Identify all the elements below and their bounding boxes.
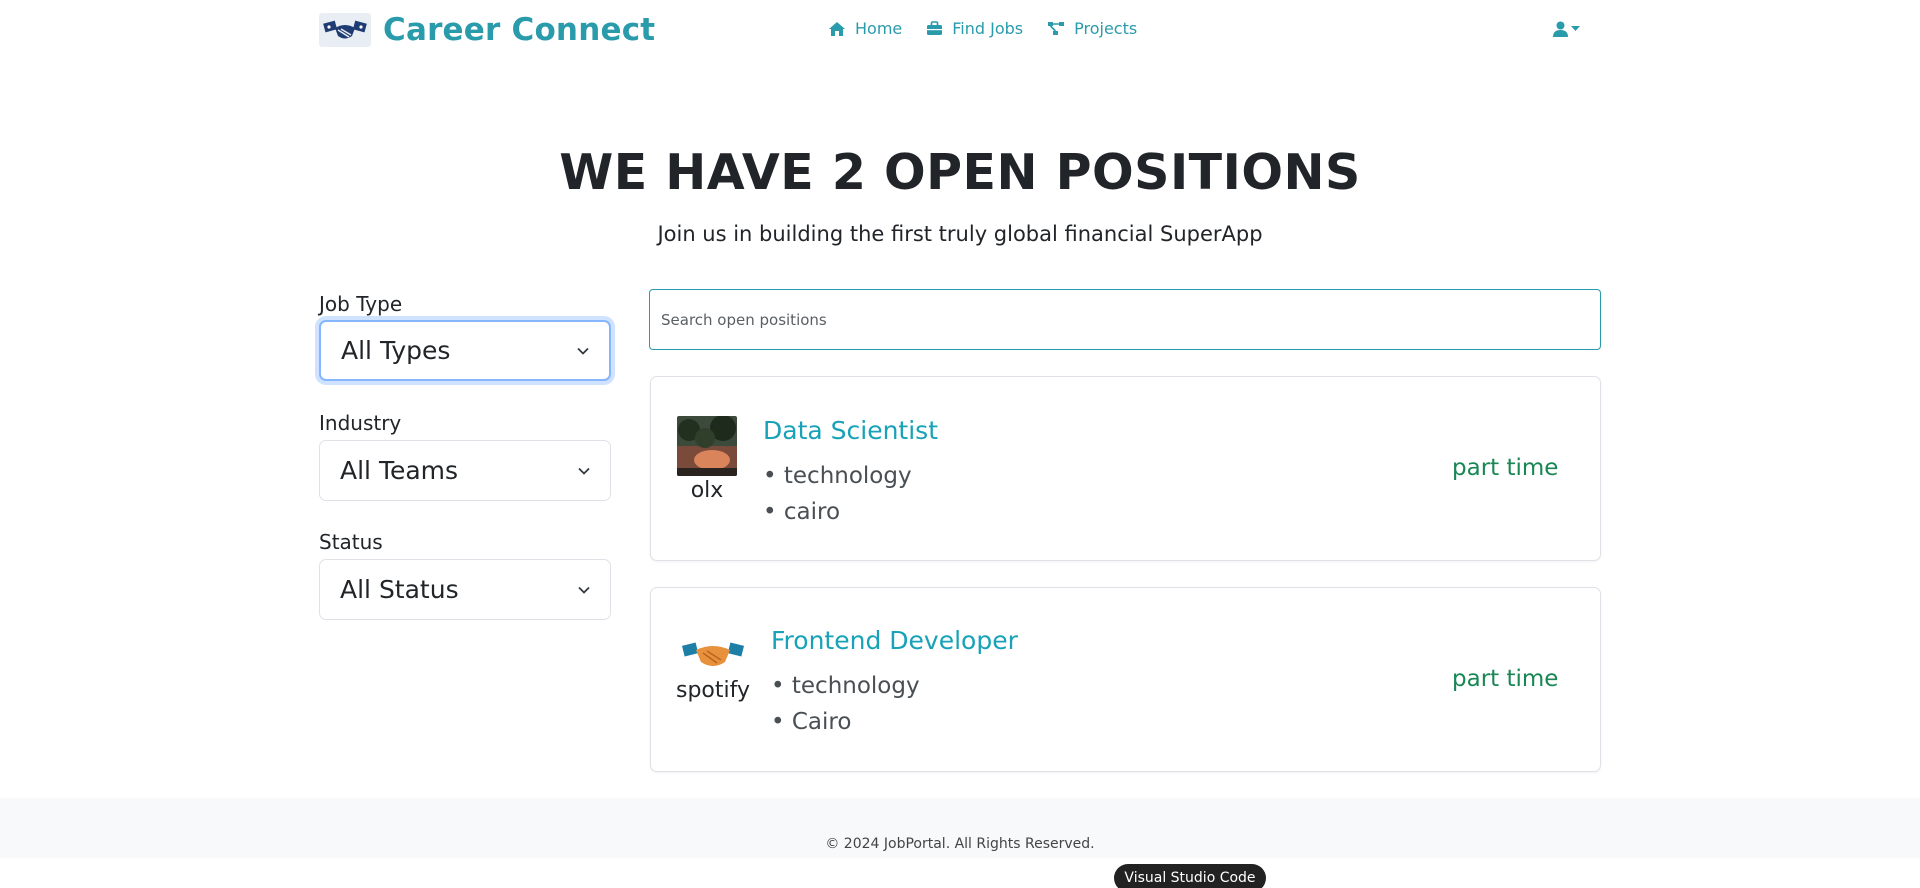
nav-link-projects[interactable]: Projects	[1047, 19, 1137, 38]
industry-value: All Teams	[340, 456, 459, 485]
industry-select[interactable]: All Teams	[319, 440, 611, 501]
job-location: • Cairo	[771, 709, 852, 735]
job-title-link[interactable]: Frontend Developer	[771, 626, 1018, 655]
job-meta: • technology • cairo	[763, 458, 912, 530]
briefcase-icon	[927, 21, 943, 35]
status-label: Status	[319, 530, 383, 554]
chevron-down-icon	[577, 347, 589, 355]
page-title: WE HAVE 2 OPEN POSITIONS	[559, 144, 1361, 201]
home-icon	[829, 21, 845, 36]
nav-link-label: Home	[855, 19, 903, 38]
job-industry: • technology	[771, 673, 920, 699]
job-meta: • technology • Cairo	[771, 668, 920, 740]
job-type-value: All Types	[341, 336, 451, 365]
job-card-data-scientist[interactable]: olx Data Scientist • technology • cairo …	[650, 376, 1601, 561]
user-icon	[1553, 21, 1568, 37]
company-block: olx	[677, 416, 737, 503]
user-menu-toggle[interactable]	[1553, 21, 1580, 37]
job-location: • cairo	[763, 499, 841, 525]
company-name: spotify	[675, 678, 750, 703]
handshake-logo-icon	[681, 642, 745, 666]
brand-name: Career Connect	[383, 12, 656, 48]
nav-link-find-jobs[interactable]: Find Jobs	[926, 19, 1023, 38]
job-industry: • technology	[763, 463, 912, 489]
caret-down-icon	[1571, 26, 1580, 31]
search-input[interactable]	[649, 289, 1601, 350]
company-block: spotify	[669, 638, 757, 703]
brand[interactable]: Career Connect	[319, 12, 655, 48]
chevron-down-icon	[578, 586, 590, 594]
status-select[interactable]: All Status	[319, 559, 611, 620]
job-type-badge: part time	[1452, 455, 1559, 481]
handshake-logo-icon	[319, 13, 371, 47]
job-card-frontend-developer[interactable]: spotify Frontend Developer • technology …	[650, 587, 1601, 772]
footer-copyright: © 2024 JobPortal. All Rights Reserved.	[825, 836, 1095, 852]
taskbar-tooltip: Visual Studio Code	[1114, 864, 1266, 888]
page-subtitle: Join us in building the first truly glob…	[657, 222, 1263, 246]
nav-links: Home Find Jobs Projects	[828, 19, 1137, 38]
nav-link-home[interactable]: Home	[828, 19, 902, 38]
job-type-badge: part time	[1452, 666, 1559, 692]
job-type-select[interactable]: All Types	[319, 320, 611, 381]
navbar: Career Connect Home Find Jobs Projects	[0, 0, 1920, 62]
industry-label: Industry	[319, 411, 402, 435]
nav-link-label: Find Jobs	[952, 19, 1024, 38]
status-value: All Status	[340, 575, 459, 604]
chevron-down-icon	[578, 467, 590, 475]
project-diagram-icon	[1048, 22, 1065, 35]
company-logo-photo	[677, 416, 737, 476]
job-type-label: Job Type	[319, 292, 403, 316]
job-title-link[interactable]: Data Scientist	[763, 416, 938, 445]
nav-link-label: Projects	[1074, 19, 1138, 38]
company-name: olx	[690, 478, 724, 503]
